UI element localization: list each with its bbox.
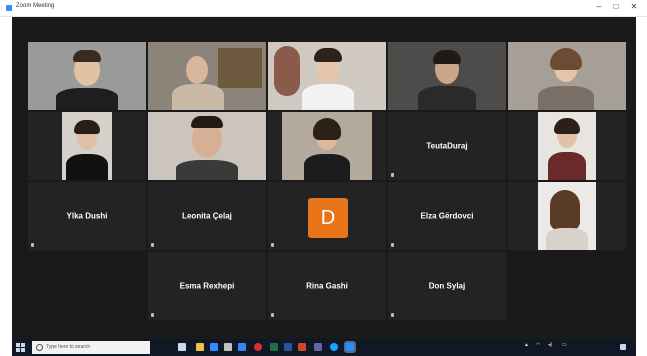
participant-name-tile[interactable]: Ylka Dushi (28, 182, 146, 250)
windows-taskbar: Type here to search ▲ ◠ ◂) ▭ (12, 339, 636, 356)
minimize-button[interactable]: – (592, 1, 606, 13)
participant-name: Ylka Dushi (66, 211, 108, 221)
background-object (274, 46, 300, 96)
search-icon (36, 344, 43, 351)
participant-name-tile[interactable]: Elza Gërdovci (388, 182, 506, 250)
muted-mic-icon (151, 243, 154, 247)
participant-body (56, 88, 118, 110)
participant-video-tile[interactable] (148, 112, 266, 180)
participant-name-tile[interactable]: Leonita Çelaj (148, 182, 266, 250)
windows-start-icon[interactable] (16, 343, 25, 352)
active-speaker-tile[interactable] (268, 42, 386, 110)
participant-hair (554, 118, 580, 134)
participant-body (418, 86, 476, 110)
muted-mic-icon (391, 313, 394, 317)
file-explorer-icon[interactable] (196, 343, 204, 351)
participant-video-tile[interactable] (388, 42, 506, 110)
participant-video-tile[interactable] (508, 112, 626, 180)
participant-name-tile[interactable]: Rina Gashi (268, 252, 386, 320)
muted-mic-icon (391, 243, 394, 247)
participant-name-tile[interactable]: Esma Rexhepi (148, 252, 266, 320)
participant-body (538, 86, 594, 110)
network-icon[interactable]: ▲ (524, 342, 529, 348)
participant-body (548, 152, 586, 180)
close-button[interactable]: ✕ (627, 1, 641, 13)
participant-body (172, 84, 224, 110)
participant-body (302, 84, 354, 110)
participant-hair (314, 48, 342, 62)
wifi-icon[interactable]: ◠ (536, 342, 540, 348)
task-view-icon[interactable] (178, 343, 186, 351)
taskbar-search-input[interactable]: Type here to search (32, 341, 150, 354)
participant-face (186, 56, 208, 84)
mail-icon[interactable] (238, 343, 246, 351)
participant-name: Leonita Çelaj (182, 211, 232, 221)
participant-body (546, 228, 588, 250)
participant-hair (73, 50, 101, 62)
teams-icon[interactable] (314, 343, 322, 351)
search-placeholder: Type here to search (46, 344, 91, 350)
participant-hair (191, 116, 223, 128)
participant-body (176, 160, 238, 180)
participant-video-tile[interactable] (28, 42, 146, 110)
participant-video-tile[interactable] (28, 112, 146, 180)
skype-icon[interactable] (330, 343, 338, 351)
word-icon[interactable] (284, 343, 292, 351)
muted-mic-icon (271, 243, 274, 247)
participant-name: Elza Gërdovci (420, 211, 474, 221)
excel-icon[interactable] (270, 343, 278, 351)
participant-video-tile[interactable] (148, 42, 266, 110)
edge-browser-icon[interactable] (210, 343, 218, 351)
participant-video-tile[interactable] (508, 182, 626, 250)
volume-icon[interactable]: ◂) (548, 342, 552, 348)
participant-name: Don Sylaj (428, 281, 466, 291)
participant-hair (313, 118, 341, 140)
participant-body (66, 154, 108, 180)
participant-name: TeutaDuraj (426, 141, 468, 151)
participant-video-tile[interactable] (268, 112, 386, 180)
participant-name: Rina Gashi (306, 281, 348, 291)
maximize-button[interactable]: □ (609, 1, 623, 13)
notifications-icon[interactable] (620, 344, 626, 350)
participant-name-tile[interactable]: Don Sylaj (388, 252, 506, 320)
window-title: Zoom Meeting (16, 3, 55, 9)
participant-body (304, 154, 350, 180)
participant-name-tile[interactable]: TeutaDuraj (388, 112, 506, 180)
participant-name: Esma Rexhepi (179, 281, 235, 291)
store-icon[interactable] (224, 343, 232, 351)
muted-mic-icon (391, 173, 394, 177)
background-shelf (218, 48, 262, 88)
participant-avatar: D (308, 198, 348, 238)
muted-mic-icon (271, 313, 274, 317)
gallery-view: TeutaDuraj Ylka Dushi Leonita Çelaj D El… (12, 17, 636, 339)
chrome-icon[interactable] (254, 343, 262, 351)
participant-avatar-tile[interactable]: D (268, 182, 386, 250)
muted-mic-icon (151, 313, 154, 317)
participant-video-tile[interactable] (508, 42, 626, 110)
zoom-taskbar-icon[interactable] (344, 341, 356, 353)
muted-mic-icon (31, 243, 34, 247)
battery-icon[interactable]: ▭ (562, 342, 567, 348)
participant-hair (433, 50, 461, 64)
participant-hair (74, 120, 100, 134)
zoom-app-icon (6, 5, 12, 11)
participant-hair (550, 190, 580, 230)
powerpoint-icon[interactable] (298, 343, 306, 351)
title-bar: Zoom Meeting – □ ✕ (0, 0, 647, 17)
